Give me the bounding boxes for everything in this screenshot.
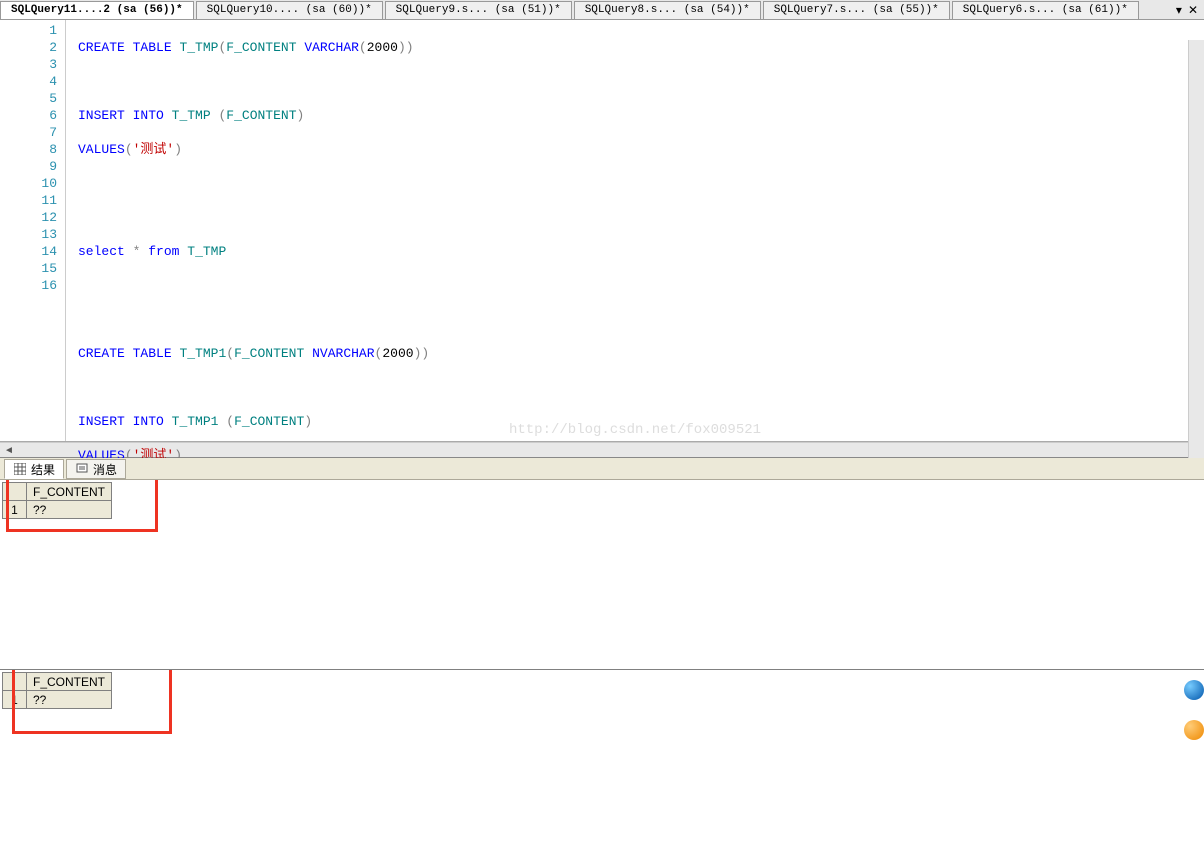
result-grid-2-pane: F_CONTENT 1 ?? bbox=[0, 670, 1204, 850]
results-panel: 结果 消息 F_CONTENT 1 ?? F_CONTENT bbox=[0, 458, 1204, 866]
line-number: 16 bbox=[0, 277, 57, 294]
code-line: select * from T_TMP bbox=[78, 243, 1204, 260]
result-grid-1-pane: F_CONTENT 1 ?? bbox=[0, 480, 1204, 670]
line-number: 10 bbox=[0, 175, 57, 192]
tab-results-label: 结果 bbox=[31, 461, 55, 478]
grid-icon bbox=[13, 462, 27, 476]
document-tab-bar: SQLQuery11....2 (sa (56))* SQLQuery10...… bbox=[0, 0, 1204, 20]
code-line: VALUES('测试') bbox=[78, 141, 1204, 158]
tab-sqlquery8[interactable]: SQLQuery8.s... (sa (54))* bbox=[574, 1, 761, 19]
line-number: 1 bbox=[0, 22, 57, 39]
sql-editor[interactable]: 1 2 3 4 5 6 7 8 9 10 11 12 13 14 15 16 C… bbox=[0, 20, 1204, 442]
column-header[interactable]: F_CONTENT bbox=[27, 483, 112, 501]
tab-sqlquery6[interactable]: SQLQuery6.s... (sa (61))* bbox=[952, 1, 1139, 19]
code-line: INSERT INTO T_TMP (F_CONTENT) bbox=[78, 107, 1204, 124]
code-line bbox=[78, 209, 1204, 226]
column-header[interactable]: F_CONTENT bbox=[27, 673, 112, 691]
tab-label: SQLQuery9.s... (sa (51))* bbox=[396, 4, 561, 16]
corner-cell bbox=[3, 673, 27, 691]
line-number: 4 bbox=[0, 73, 57, 90]
tab-messages[interactable]: 消息 bbox=[66, 459, 126, 479]
table-header-row: F_CONTENT bbox=[3, 673, 112, 691]
tab-label: SQLQuery8.s... (sa (54))* bbox=[585, 4, 750, 16]
code-line: CREATE TABLE T_TMP(F_CONTENT VARCHAR(200… bbox=[78, 39, 1204, 56]
tab-label: SQLQuery6.s... (sa (61))* bbox=[963, 4, 1128, 16]
tab-label: SQLQuery7.s... (sa (55))* bbox=[774, 4, 939, 16]
dropdown-icon[interactable]: ▾ bbox=[1176, 3, 1182, 17]
floating-buttons bbox=[1184, 680, 1204, 740]
result-grid-2[interactable]: F_CONTENT 1 ?? bbox=[2, 672, 112, 709]
scroll-top-button[interactable] bbox=[1184, 680, 1204, 700]
line-number: 11 bbox=[0, 192, 57, 209]
table-row[interactable]: 1 ?? bbox=[3, 691, 112, 709]
line-number: 9 bbox=[0, 158, 57, 175]
tab-label: SQLQuery11....2 (sa (56))* bbox=[11, 4, 183, 16]
line-number: 7 bbox=[0, 124, 57, 141]
line-number: 6 bbox=[0, 107, 57, 124]
result-grid-1[interactable]: F_CONTENT 1 ?? bbox=[2, 482, 112, 519]
line-number: 5 bbox=[0, 90, 57, 107]
code-line: INSERT INTO T_TMP1 (F_CONTENT) bbox=[78, 413, 1204, 430]
line-gutter: 1 2 3 4 5 6 7 8 9 10 11 12 13 14 15 16 bbox=[0, 20, 66, 441]
code-line bbox=[78, 175, 1204, 192]
table-row[interactable]: 1 ?? bbox=[3, 501, 112, 519]
line-number: 15 bbox=[0, 260, 57, 277]
tab-results[interactable]: 结果 bbox=[4, 459, 64, 479]
cell-value[interactable]: ?? bbox=[27, 501, 112, 519]
code-line bbox=[78, 277, 1204, 294]
code-line bbox=[78, 73, 1204, 90]
close-icon[interactable]: ✕ bbox=[1188, 3, 1198, 17]
code-line: CREATE TABLE T_TMP1(F_CONTENT NVARCHAR(2… bbox=[78, 345, 1204, 362]
tab-controls: ▾ ✕ bbox=[1176, 3, 1204, 17]
code-content[interactable]: CREATE TABLE T_TMP(F_CONTENT VARCHAR(200… bbox=[66, 20, 1204, 441]
tab-sqlquery11[interactable]: SQLQuery11....2 (sa (56))* bbox=[0, 1, 194, 19]
line-number: 3 bbox=[0, 56, 57, 73]
code-line bbox=[78, 311, 1204, 328]
line-number: 8 bbox=[0, 141, 57, 158]
code-line bbox=[78, 379, 1204, 396]
cell-value[interactable]: ?? bbox=[27, 691, 112, 709]
line-number: 12 bbox=[0, 209, 57, 226]
message-icon bbox=[75, 462, 89, 476]
corner-cell bbox=[3, 483, 27, 501]
help-button[interactable] bbox=[1184, 720, 1204, 740]
tab-sqlquery9[interactable]: SQLQuery9.s... (sa (51))* bbox=[385, 1, 572, 19]
tab-sqlquery7[interactable]: SQLQuery7.s... (sa (55))* bbox=[763, 1, 950, 19]
results-tab-bar: 结果 消息 bbox=[0, 458, 1204, 480]
line-number: 13 bbox=[0, 226, 57, 243]
table-header-row: F_CONTENT bbox=[3, 483, 112, 501]
line-number: 2 bbox=[0, 39, 57, 56]
tab-label: SQLQuery10.... (sa (60))* bbox=[207, 4, 372, 16]
row-number: 1 bbox=[3, 501, 27, 519]
vertical-scrollbar[interactable] bbox=[1188, 40, 1204, 462]
tab-sqlquery10[interactable]: SQLQuery10.... (sa (60))* bbox=[196, 1, 383, 19]
line-number: 14 bbox=[0, 243, 57, 260]
scroll-left-icon[interactable]: ◄ bbox=[2, 445, 16, 456]
tab-messages-label: 消息 bbox=[93, 461, 117, 478]
row-number: 1 bbox=[3, 691, 27, 709]
